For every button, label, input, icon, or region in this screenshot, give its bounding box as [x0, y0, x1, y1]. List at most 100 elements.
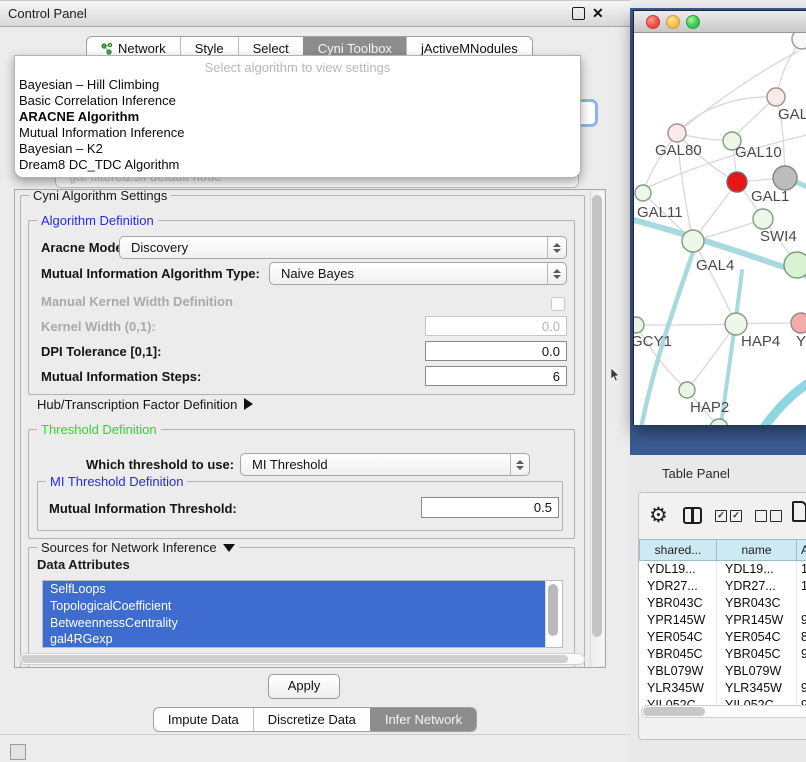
table-cell: 12 [797, 578, 806, 595]
table-panel-title: Table Panel [662, 466, 730, 481]
which-threshold-value: MI Threshold [241, 457, 510, 472]
network-node-gal1[interactable] [727, 172, 747, 192]
manual-kernel-checkbox [551, 297, 565, 311]
unchecked-checkbox-icon[interactable] [770, 510, 782, 522]
algorithm-option-aracne-algorithm[interactable]: ARACNE Algorithm [15, 109, 580, 125]
control-panel-bottom-edge [0, 734, 630, 735]
list-scrollbar-track[interactable] [545, 581, 562, 647]
attribute-item-gal4rgexp[interactable]: gal4RGexp [43, 631, 546, 648]
mouse-cursor [610, 368, 622, 382]
settings-vscrollbar-thumb[interactable] [592, 195, 602, 637]
node-label: GAL80 [655, 142, 702, 159]
close-icon[interactable]: ✕ [592, 4, 604, 22]
table-cell: YER054C [717, 629, 797, 646]
expanded-arrow-icon [223, 544, 235, 552]
network-node[interactable] [753, 209, 773, 229]
network-view-window: GAL7GAL80GAL10GAL1GAL11SWI4GAL4GCY1HAP4Y… [633, 10, 806, 425]
table-row[interactable]: YBL079WYBL079W [639, 663, 806, 680]
settings-hscrollbar-thumb[interactable] [21, 655, 568, 663]
checked-checkbox-icon[interactable]: ✓ [730, 510, 742, 522]
unchecked-checkbox-icon[interactable] [755, 510, 767, 522]
hub-definition-toggle[interactable]: Hub/Transcription Factor Definition [37, 397, 253, 412]
algorithm-option-bayesian-hill-climbing[interactable]: Bayesian – Hill Climbing [15, 77, 580, 93]
sources-group-title[interactable]: Sources for Network Inference [37, 540, 239, 555]
table-cell: 9. [797, 646, 806, 663]
control-panel-title: Control Panel [8, 1, 87, 26]
cyni-bottom-tabwrap: Impute DataDiscretize DataInfer Network [0, 707, 630, 732]
new-table-icon[interactable] [792, 501, 806, 522]
attribute-item-betweennesscentrality[interactable]: BetweennessCentrality [43, 615, 546, 632]
docked-panel-icon[interactable] [10, 744, 26, 760]
table-horizontal-scrollbar[interactable] [641, 705, 806, 718]
table-cell: YBR045C [639, 646, 717, 663]
network-node-gal7[interactable] [767, 88, 785, 106]
column-header-a[interactable]: A [797, 539, 806, 561]
table-row[interactable]: YDR27...YDR27...12 [639, 578, 806, 595]
network-node-gal4[interactable] [682, 230, 704, 252]
network-node-gal11[interactable] [635, 185, 651, 201]
network-node-hap4[interactable] [725, 313, 747, 335]
network-node[interactable] [773, 166, 797, 190]
tab-discretize-data[interactable]: Discretize Data [253, 708, 370, 731]
network-node[interactable] [792, 33, 806, 49]
column-header-name[interactable]: name [717, 539, 797, 561]
network-node-swi4[interactable] [784, 252, 806, 278]
node-label: SWI4 [760, 228, 797, 245]
network-node-hap2[interactable] [679, 382, 695, 398]
table-cell [797, 595, 806, 612]
which-threshold-combo[interactable]: MI Threshold [240, 453, 530, 476]
table-hscrollbar-thumb[interactable] [643, 707, 705, 716]
mi-threshold-field[interactable]: 0.5 [421, 497, 559, 518]
table-cell: YBL079W [639, 663, 717, 680]
mi-steps-field[interactable]: 6 [425, 366, 567, 386]
tab-infer-network[interactable]: Infer Network [370, 708, 476, 731]
algorithm-option-mutual-information-inference[interactable]: Mutual Information Inference [15, 125, 580, 141]
minimize-traffic-light[interactable] [666, 15, 680, 29]
zoom-traffic-light[interactable] [686, 15, 700, 29]
gear-icon[interactable]: ⚙ [649, 505, 668, 526]
list-scrollbar-thumb[interactable] [548, 584, 558, 636]
network-node-gcy1[interactable] [634, 317, 644, 333]
network-edge [693, 241, 736, 324]
table-row[interactable]: YER054CYER054C8. [639, 629, 806, 646]
aracne-mode-combo[interactable]: Discovery [119, 236, 567, 259]
node-label: HAP2 [690, 399, 729, 416]
mi-threshold-definition-title: MI Threshold Definition [46, 474, 187, 489]
network-edge [677, 97, 776, 133]
dpi-tolerance-field[interactable]: 0.0 [425, 341, 567, 361]
float-window-icon[interactable] [572, 7, 585, 20]
columns-icon[interactable] [683, 507, 702, 524]
table-row[interactable]: YBR043CYBR043C [639, 595, 806, 612]
table-cell: YBR045C [717, 646, 797, 663]
node-label: GAL11 [637, 204, 683, 221]
tab-impute-data[interactable]: Impute Data [154, 708, 253, 731]
network-window-titlebar[interactable] [634, 11, 806, 33]
table-row[interactable]: YDL19...YDL19...13 [639, 561, 806, 578]
settings-horizontal-scrollbar[interactable] [19, 653, 585, 665]
settings-vertical-scrollbar[interactable] [590, 191, 604, 666]
apply-button[interactable]: Apply [268, 674, 340, 699]
table-cell: YDL19... [717, 561, 797, 578]
table-cell: YLR345W [717, 680, 797, 697]
algorithm-option-bayesian-k2[interactable]: Bayesian – K2 [15, 141, 580, 157]
table-row[interactable]: YBR045CYBR045C9. [639, 646, 806, 663]
network-canvas[interactable]: GAL7GAL80GAL10GAL1GAL11SWI4GAL4GCY1HAP4Y… [634, 33, 806, 425]
network-node-gal80[interactable] [668, 124, 686, 142]
algorithm-option-basic-correlation-inference[interactable]: Basic Correlation Inference [15, 93, 580, 109]
cyni-group-title: Cyni Algorithm Settings [29, 189, 171, 203]
algorithm-option-dream8-dc-tdc-algorithm[interactable]: Dream8 DC_TDC Algorithm [15, 157, 580, 173]
collapsed-arrow-icon [244, 398, 253, 410]
attribute-item-selfloops[interactable]: SelfLoops [43, 581, 546, 598]
network-node-y[interactable] [791, 313, 806, 333]
table-panel: Table Panel ⚙ ✓ ✓ shared...nameAYDL19...… [630, 455, 806, 762]
column-header-shared[interactable]: shared... [639, 539, 717, 561]
attribute-item-topologicalcoefficient[interactable]: TopologicalCoefficient [43, 598, 546, 615]
node-label: Y [796, 333, 806, 350]
dpi-tolerance-label: DPI Tolerance [0,1]: [41, 344, 161, 359]
close-traffic-light[interactable] [646, 15, 660, 29]
table-row[interactable]: YLR345WYLR345W9. [639, 680, 806, 697]
mi-type-combo[interactable]: Naive Bayes [269, 262, 567, 285]
checked-checkbox-icon[interactable]: ✓ [715, 510, 727, 522]
table-row[interactable]: YPR145WYPR145W9. [639, 612, 806, 629]
mi-type-value: Naive Bayes [270, 266, 547, 281]
